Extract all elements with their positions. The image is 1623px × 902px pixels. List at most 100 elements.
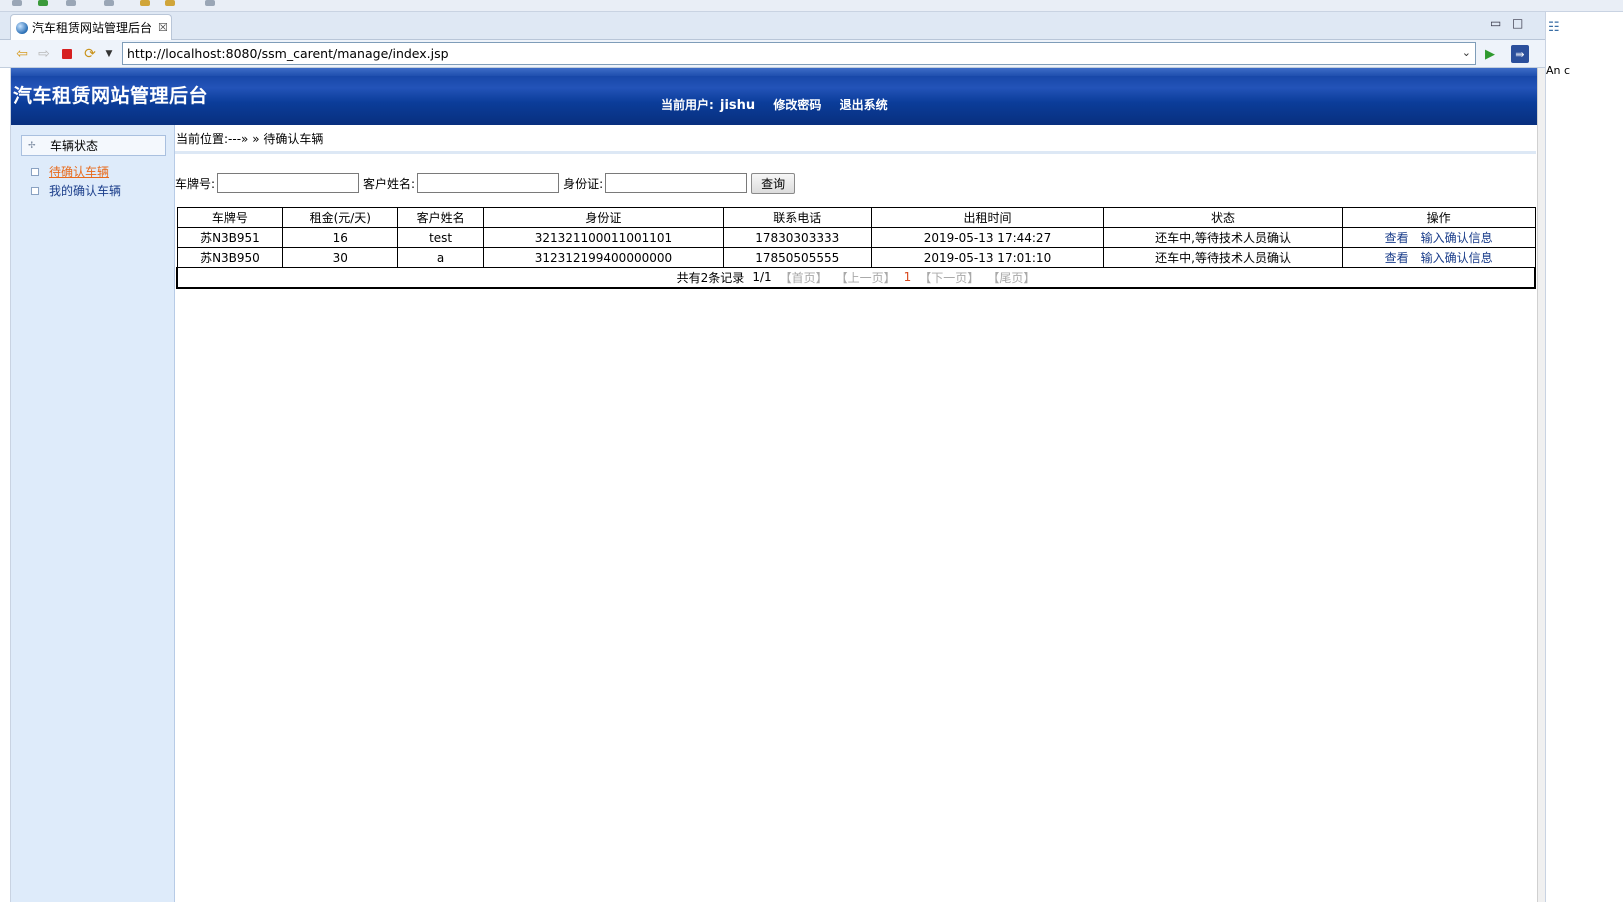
run-icon[interactable] bbox=[38, 0, 48, 6]
cell-customer: test bbox=[397, 227, 485, 248]
browser-tab[interactable]: 汽车租赁网站管理后台 ☒ bbox=[10, 14, 172, 40]
cell-plate: 苏N3B950 bbox=[176, 247, 284, 268]
outline-icon[interactable]: ☷ bbox=[1548, 20, 1560, 35]
tab-title: 汽车租赁网站管理后台 bbox=[32, 21, 153, 35]
confirm-info-link[interactable]: 输入确认信息 bbox=[1421, 231, 1493, 245]
current-user-label: 当前用户: bbox=[661, 98, 714, 112]
stop-icon[interactable] bbox=[58, 45, 76, 63]
search-form: 车牌号: 客户姓名: 身份证: 查询 bbox=[175, 172, 796, 194]
back-arrow-icon[interactable]: ⇦ bbox=[13, 45, 31, 63]
first-page-link[interactable]: 【首页】 bbox=[780, 269, 828, 286]
chevron-down-icon[interactable]: ▼ bbox=[100, 45, 118, 63]
site-title: 汽车租赁网站管理后台 bbox=[13, 85, 209, 107]
view-link[interactable]: 查看 bbox=[1385, 251, 1409, 265]
toolbar-icon[interactable] bbox=[104, 0, 114, 6]
last-page-link[interactable]: 【尾页】 bbox=[987, 269, 1035, 286]
sidebar-group-vehicle-status[interactable]: ✢ 车辆状态 bbox=[21, 135, 166, 156]
cell-status: 还车中,等待技术人员确认 bbox=[1103, 247, 1343, 268]
plate-input[interactable] bbox=[217, 173, 360, 193]
table-row: 苏N3B950 30 a 312312199400000000 17850505… bbox=[176, 247, 1536, 268]
forward-arrow-icon[interactable]: ⇨ bbox=[35, 45, 53, 63]
ide-side-panel: ☷ An c bbox=[1545, 12, 1623, 902]
query-button[interactable]: 查询 bbox=[751, 172, 796, 194]
toolbar-icon[interactable] bbox=[140, 0, 150, 6]
col-header: 状态 bbox=[1103, 207, 1343, 228]
cell-rent-time: 2019-05-13 17:44:27 bbox=[870, 227, 1105, 248]
total-records: 共有2条记录 bbox=[676, 270, 745, 285]
pager-row: 共有2条记录 1/1 【首页】 【上一页】 1 【下一页】 【尾页】 bbox=[176, 267, 1536, 289]
cell-idcard: 312312199400000000 bbox=[483, 247, 724, 268]
col-header: 身份证 bbox=[483, 207, 724, 228]
sidebar: ✢ 车辆状态 待确认车辆 我的确认车辆 bbox=[11, 125, 175, 902]
vertical-scrollbar[interactable] bbox=[1537, 68, 1545, 902]
ide-toolbar-strip bbox=[0, 0, 1623, 12]
table-row: 苏N3B951 16 test 321321100011001101 17830… bbox=[176, 227, 1536, 248]
maximize-icon[interactable]: □ bbox=[1512, 16, 1523, 30]
cell-rent: 30 bbox=[282, 247, 399, 268]
table-header-row: 车牌号 租金(元/天) 客户姓名 身份证 联系电话 出租时间 状态 操作 bbox=[176, 207, 1536, 228]
cell-operations: 查看 输入确认信息 bbox=[1341, 227, 1536, 248]
sidebar-item-label: 我的确认车辆 bbox=[49, 184, 122, 198]
cell-phone: 17830303333 bbox=[722, 227, 872, 248]
change-password-link[interactable]: 修改密码 bbox=[773, 98, 821, 112]
sidebar-item-label: 待确认车辆 bbox=[49, 165, 110, 179]
toolbar-icon[interactable] bbox=[12, 0, 22, 6]
customer-input[interactable] bbox=[417, 173, 560, 193]
url-dropdown-icon[interactable]: ⌄ bbox=[1462, 46, 1471, 59]
prev-page-link[interactable]: 【上一页】 bbox=[836, 269, 896, 286]
web-page: 汽车租赁网站管理后台 当前用户: jishu 修改密码 退出系统 ✢ 车辆状态 … bbox=[10, 68, 1538, 902]
header-band bbox=[11, 68, 1538, 76]
current-user-name: jishu bbox=[720, 98, 756, 113]
refresh-icon[interactable]: ⟳ bbox=[81, 45, 99, 63]
breadcrumb: 当前位置:---» » 待确认车辆 bbox=[175, 130, 1536, 154]
col-header: 车牌号 bbox=[176, 207, 284, 228]
col-header: 客户姓名 bbox=[397, 207, 485, 228]
next-page-link[interactable]: 【下一页】 bbox=[919, 269, 979, 286]
customer-label: 客户姓名: bbox=[363, 176, 416, 191]
browser-tab-bar: 汽车租赁网站管理后台 ☒ ▭ □ bbox=[0, 12, 1545, 40]
confirm-info-link[interactable]: 输入确认信息 bbox=[1421, 251, 1493, 265]
cell-operations: 查看 输入确认信息 bbox=[1341, 247, 1536, 268]
minimize-icon[interactable]: ▭ bbox=[1490, 16, 1501, 30]
close-icon[interactable]: ☒ bbox=[158, 21, 168, 34]
sidebar-item-pending[interactable]: 待确认车辆 bbox=[31, 163, 109, 180]
cell-idcard: 321321100011001101 bbox=[483, 227, 724, 248]
user-info: 当前用户: jishu 修改密码 退出系统 bbox=[661, 96, 888, 113]
browser-menu-icon[interactable]: ⇛ bbox=[1511, 45, 1529, 63]
cell-rent-time: 2019-05-13 17:01:10 bbox=[870, 247, 1105, 268]
globe-icon bbox=[16, 21, 28, 34]
rental-table: 车牌号 租金(元/天) 客户姓名 身份证 联系电话 出租时间 状态 操作 苏N3… bbox=[176, 207, 1536, 289]
expand-icon: ✢ bbox=[28, 140, 36, 151]
col-header: 租金(元/天) bbox=[282, 207, 399, 228]
idcard-input[interactable] bbox=[605, 173, 748, 193]
sidebar-group-label: 车辆状态 bbox=[50, 139, 99, 153]
sidebar-item-my-confirmed[interactable]: 我的确认车辆 bbox=[31, 182, 121, 199]
cell-rent: 16 bbox=[282, 227, 399, 248]
pager-cell: 共有2条记录 1/1 【首页】 【上一页】 1 【下一页】 【尾页】 bbox=[176, 267, 1536, 289]
browser-nav-bar: ⇦ ⇨ ⟳ ▼ http://localhost:8080/ssm_carent… bbox=[0, 40, 1545, 68]
url-text: http://localhost:8080/ssm_carent/manage/… bbox=[127, 46, 449, 61]
cell-customer: a bbox=[397, 247, 485, 268]
url-field[interactable]: http://localhost:8080/ssm_carent/manage/… bbox=[122, 42, 1476, 65]
plate-label: 车牌号: bbox=[175, 176, 216, 191]
toolbar-icon[interactable] bbox=[66, 0, 76, 6]
main-content: 当前位置:---» » 待确认车辆 车牌号: 客户姓名: 身份证: 查询 车牌号… bbox=[175, 125, 1538, 902]
col-header: 联系电话 bbox=[722, 207, 872, 228]
toolbar-icon[interactable] bbox=[165, 0, 175, 6]
cell-status: 还车中,等待技术人员确认 bbox=[1103, 227, 1343, 248]
site-header: 汽车租赁网站管理后台 当前用户: jishu 修改密码 退出系统 bbox=[11, 68, 1538, 125]
logout-link[interactable]: 退出系统 bbox=[840, 98, 888, 112]
idcard-label: 身份证: bbox=[563, 176, 604, 191]
cell-phone: 17850505555 bbox=[722, 247, 872, 268]
page-indicator: 1/1 bbox=[752, 270, 772, 285]
current-page[interactable]: 1 bbox=[904, 270, 912, 284]
go-icon[interactable]: ▶ bbox=[1481, 45, 1499, 63]
col-header: 出租时间 bbox=[870, 207, 1105, 228]
pager: 共有2条记录 1/1 【首页】 【上一页】 1 【下一页】 【尾页】 bbox=[677, 269, 1036, 286]
menu-bullet-icon bbox=[31, 167, 39, 176]
toolbar-icon[interactable] bbox=[205, 0, 215, 6]
menu-bullet-icon bbox=[31, 186, 39, 195]
cell-plate: 苏N3B951 bbox=[176, 227, 284, 248]
view-link[interactable]: 查看 bbox=[1385, 231, 1409, 245]
ide-panel-text: An c bbox=[1546, 64, 1571, 77]
